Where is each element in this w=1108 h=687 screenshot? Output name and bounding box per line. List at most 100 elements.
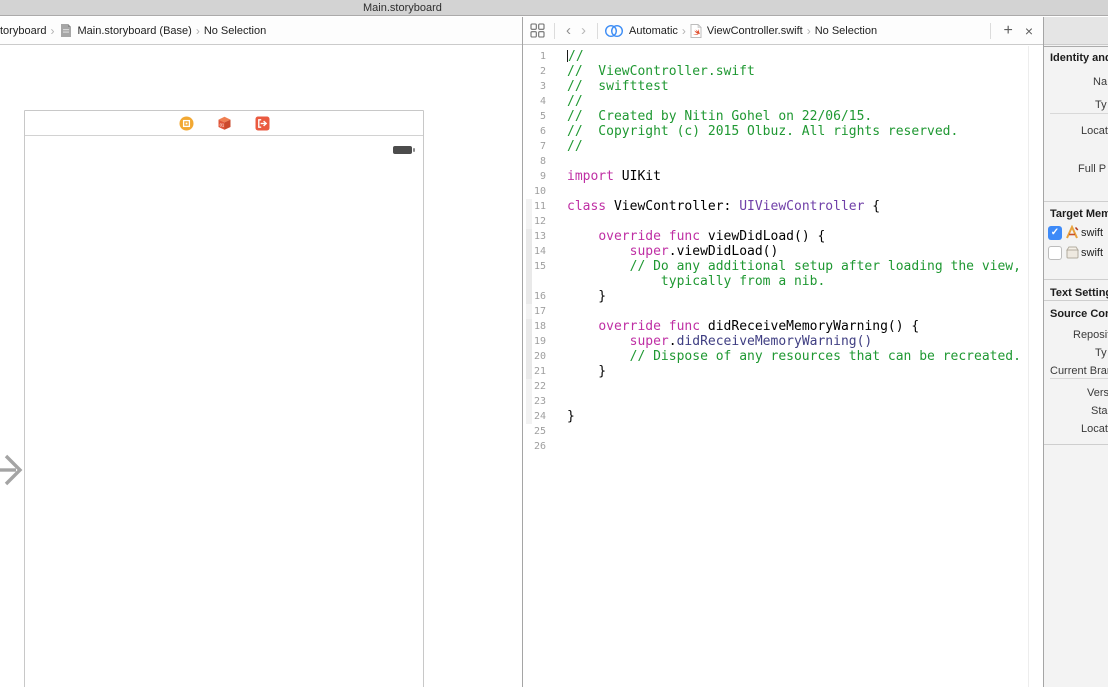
exit-segue-icon[interactable] bbox=[255, 116, 270, 131]
code-line[interactable] bbox=[567, 154, 1021, 169]
code-line[interactable] bbox=[567, 304, 1021, 319]
line-number[interactable]: 26 bbox=[523, 439, 548, 454]
jump-bar-selection[interactable]: No Selection bbox=[815, 25, 877, 37]
code-line[interactable]: // bbox=[567, 139, 1021, 154]
first-responder-cube-icon[interactable]: 01 bbox=[217, 116, 232, 131]
code-content[interactable]: //// ViewController.swift// swifttest///… bbox=[567, 46, 1021, 454]
line-number[interactable]: 6 bbox=[523, 124, 548, 139]
add-editor-button[interactable]: + bbox=[997, 23, 1018, 39]
jump-bar-file[interactable]: ViewController.swift bbox=[707, 25, 803, 37]
code-line[interactable] bbox=[567, 214, 1021, 229]
jump-bar-mode[interactable]: Automatic bbox=[629, 25, 678, 37]
line-number[interactable]: 12 bbox=[523, 214, 548, 229]
line-number[interactable]: 4 bbox=[523, 94, 548, 109]
line-number[interactable]: 5 bbox=[523, 109, 548, 124]
code-line[interactable]: override func didReceiveMemoryWarning() … bbox=[567, 319, 1021, 334]
line-number[interactable]: 2 bbox=[523, 64, 548, 79]
line-number[interactable]: 18 bbox=[523, 319, 548, 334]
section-divider bbox=[1044, 201, 1108, 202]
code-jump-bar: ‹ › Automatic › ViewController.swift › N… bbox=[523, 17, 1043, 45]
line-number-gutter[interactable]: 1 2 3 4 5 6 7 8 9 10 11 12 13 14 15 16 17 18 19 20 21 22 23 24 2… bbox=[523, 46, 548, 454]
line-number[interactable]: 25 bbox=[523, 424, 548, 439]
code-line[interactable]: class ViewController: UIViewController { bbox=[567, 199, 1021, 214]
code-token-plain: viewDidLoad() { bbox=[700, 229, 826, 244]
line-number[interactable] bbox=[523, 274, 548, 289]
line-number[interactable]: 17 bbox=[523, 304, 548, 319]
target-checkbox-checked[interactable]: ✓ bbox=[1048, 226, 1062, 240]
code-line[interactable]: super.didReceiveMemoryWarning() bbox=[567, 334, 1021, 349]
code-token-plain: { bbox=[864, 199, 881, 214]
code-line[interactable]: // swifttest bbox=[567, 79, 1021, 94]
code-line[interactable]: } bbox=[567, 289, 1021, 304]
code-line[interactable]: // Dispose of any resources that can be … bbox=[567, 349, 1021, 364]
code-line[interactable]: // bbox=[567, 94, 1021, 109]
line-number[interactable]: 10 bbox=[523, 184, 548, 199]
initial-view-controller-arrow-icon[interactable] bbox=[0, 450, 24, 490]
line-number[interactable]: 1 bbox=[523, 49, 548, 64]
line-number[interactable]: 20 bbox=[523, 349, 548, 364]
line-number[interactable]: 24 bbox=[523, 409, 548, 424]
window-titlebar[interactable]: Main.storyboard bbox=[0, 0, 1108, 16]
code-line[interactable] bbox=[567, 184, 1021, 199]
view-controller-view[interactable] bbox=[25, 137, 423, 687]
battery-icon bbox=[393, 146, 415, 154]
line-number[interactable]: 14 bbox=[523, 244, 548, 259]
line-number[interactable]: 21 bbox=[523, 364, 548, 379]
code-line[interactable]: // Copyright (c) 2015 Olbuz. All rights … bbox=[567, 124, 1021, 139]
line-number[interactable]: 19 bbox=[523, 334, 548, 349]
type-label: Ty bbox=[1095, 99, 1107, 111]
breadcrumb-parent[interactable]: toryboard bbox=[0, 25, 46, 37]
swift-file-icon bbox=[690, 23, 702, 38]
code-line[interactable]: // bbox=[567, 49, 1021, 64]
code-token-type: UIViewController bbox=[739, 199, 865, 214]
code-token-plain: } bbox=[567, 364, 607, 379]
line-number[interactable]: 15 bbox=[523, 259, 548, 274]
target-membership-header: Target Mem bbox=[1050, 208, 1108, 220]
breadcrumb-file[interactable]: Main.storyboard (Base) bbox=[77, 25, 191, 37]
view-controller-icon[interactable] bbox=[179, 116, 194, 131]
line-number[interactable]: 9 bbox=[523, 169, 548, 184]
storyboard-canvas[interactable]: 01 bbox=[0, 46, 522, 687]
related-items-icon[interactable] bbox=[527, 23, 548, 38]
line-number[interactable]: 23 bbox=[523, 394, 548, 409]
code-token-plain: .viewDidLoad() bbox=[668, 244, 779, 259]
code-line[interactable] bbox=[567, 439, 1021, 454]
code-line[interactable]: override func viewDidLoad() { bbox=[567, 229, 1021, 244]
line-number[interactable]: 7 bbox=[523, 139, 548, 154]
location-label: Locat bbox=[1081, 125, 1108, 137]
line-number[interactable]: 13 bbox=[523, 229, 548, 244]
code-line[interactable]: } bbox=[567, 409, 1021, 424]
back-button[interactable]: ‹ bbox=[561, 23, 576, 38]
code-line[interactable]: import UIKit bbox=[567, 169, 1021, 184]
line-number[interactable]: 3 bbox=[523, 79, 548, 94]
code-line[interactable]: // Do any additional setup after loading… bbox=[567, 259, 1021, 274]
current-branch-label: Current Bran bbox=[1050, 365, 1108, 377]
code-line[interactable]: // Created by Nitin Gohel on 22/06/15. bbox=[567, 109, 1021, 124]
code-token-keyword: func bbox=[668, 319, 701, 334]
code-line[interactable]: typically from a nib. bbox=[567, 274, 1021, 289]
window-title: Main.storyboard bbox=[363, 2, 442, 14]
code-line[interactable]: } bbox=[567, 364, 1021, 379]
close-editor-button[interactable]: × bbox=[1019, 24, 1039, 38]
code-line[interactable]: // ViewController.swift bbox=[567, 64, 1021, 79]
line-number[interactable]: 16 bbox=[523, 289, 548, 304]
chevron-right-icon: › bbox=[806, 23, 811, 38]
code-line[interactable] bbox=[567, 424, 1021, 439]
line-number[interactable]: 11 bbox=[523, 199, 548, 214]
source-control-header: Source Con bbox=[1050, 308, 1108, 320]
counterparts-icon[interactable] bbox=[604, 24, 624, 38]
line-number[interactable]: 22 bbox=[523, 379, 548, 394]
target-checkbox-unchecked[interactable] bbox=[1048, 246, 1062, 260]
code-line[interactable] bbox=[567, 394, 1021, 409]
forward-button[interactable]: › bbox=[576, 23, 591, 38]
code-line[interactable]: super.viewDidLoad() bbox=[567, 244, 1021, 259]
breadcrumb-selection[interactable]: No Selection bbox=[204, 25, 266, 37]
view-controller-scene[interactable]: 01 bbox=[24, 110, 424, 687]
code-line[interactable] bbox=[567, 379, 1021, 394]
storyboard-jump-bar: toryboard › Main.storyboard (Base) › No … bbox=[0, 17, 522, 45]
storyboard-editor: toryboard › Main.storyboard (Base) › No … bbox=[0, 17, 522, 687]
inspector-toolbar bbox=[1044, 17, 1108, 45]
line-number[interactable]: 8 bbox=[523, 154, 548, 169]
